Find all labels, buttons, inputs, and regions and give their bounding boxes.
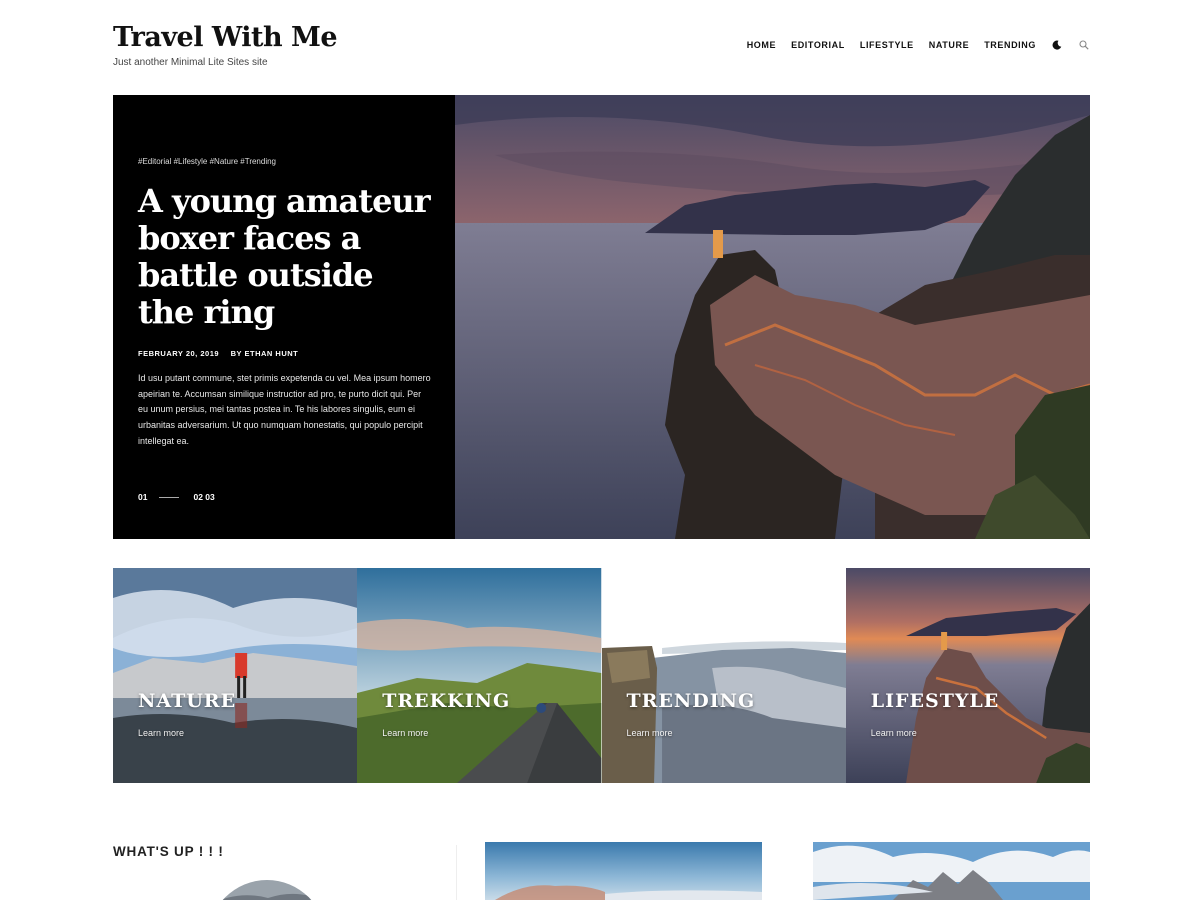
category-card-nature[interactable]: NATURE Learn more [113, 568, 358, 783]
nav-item-home[interactable]: HOME [747, 40, 776, 50]
hero-text-panel: #Editorial #Lifestyle #Nature #Trending … [113, 95, 455, 539]
category-title: TRENDING [626, 690, 756, 712]
nav-item-trending[interactable]: TRENDING [984, 40, 1036, 50]
category-card-trekking[interactable]: TREKKING Learn more [357, 568, 602, 783]
nav-item-lifestyle[interactable]: LIFESTYLE [860, 40, 914, 50]
hero-author[interactable]: BY ETHAN HUNT [231, 349, 299, 358]
trending-image [601, 568, 846, 783]
main-nav: HOME EDITORIAL LIFESTYLE NATURE TRENDING [747, 39, 1090, 51]
column-divider [456, 845, 457, 900]
hero-excerpt: Id usu putant commune, stet primis expet… [138, 373, 431, 446]
hero-title[interactable]: A young amateur boxer faces a battle out… [138, 183, 438, 331]
pager-rest[interactable]: 02 03 [193, 492, 214, 502]
search-icon[interactable] [1078, 39, 1090, 51]
category-title: NATURE [138, 690, 237, 712]
author-avatar [208, 880, 326, 900]
category-title: LIFESTYLE [870, 690, 1000, 712]
site-title[interactable]: Travel With Me [113, 22, 338, 53]
pager-divider [159, 496, 180, 498]
nav-item-nature[interactable]: NATURE [929, 40, 969, 50]
learn-more-link[interactable]: Learn more [627, 728, 673, 738]
hero-image[interactable] [455, 95, 1090, 539]
learn-more-link[interactable]: Learn more [138, 728, 184, 738]
hero-tags[interactable]: #Editorial #Lifestyle #Nature #Trending [138, 157, 276, 166]
pager-current[interactable]: 01 [138, 492, 147, 502]
nav-item-editorial[interactable]: EDITORIAL [791, 40, 845, 50]
post-thumbnail-2[interactable] [813, 842, 1090, 900]
moon-icon[interactable] [1051, 39, 1063, 51]
category-title: TREKKING [382, 690, 511, 712]
category-card-trending[interactable]: TRENDING Learn more [601, 568, 846, 783]
site-header: Travel With Me Just another Minimal Lite… [113, 22, 1090, 82]
category-card-lifestyle[interactable]: LIFESTYLE Learn more [845, 568, 1090, 783]
hero-meta: FEBRUARY 20, 2019 BY ETHAN HUNT [138, 349, 298, 358]
post-thumbnail-1[interactable] [485, 842, 762, 900]
learn-more-link[interactable]: Learn more [871, 728, 917, 738]
lifestyle-image [845, 568, 1090, 783]
trekking-image [357, 568, 602, 783]
site-tagline: Just another Minimal Lite Sites site [113, 57, 268, 68]
hero-date: FEBRUARY 20, 2019 [138, 349, 220, 358]
slider-pager: 01 02 03 [138, 492, 215, 502]
section-title: WHAT'S UP ! ! ! [113, 844, 224, 859]
category-cards: NATURE Learn more TREKKING Learn more TR… [113, 568, 1090, 783]
hero-slider: #Editorial #Lifestyle #Nature #Trending … [113, 95, 1090, 539]
learn-more-link[interactable]: Learn more [382, 728, 428, 738]
nature-image [113, 568, 358, 783]
